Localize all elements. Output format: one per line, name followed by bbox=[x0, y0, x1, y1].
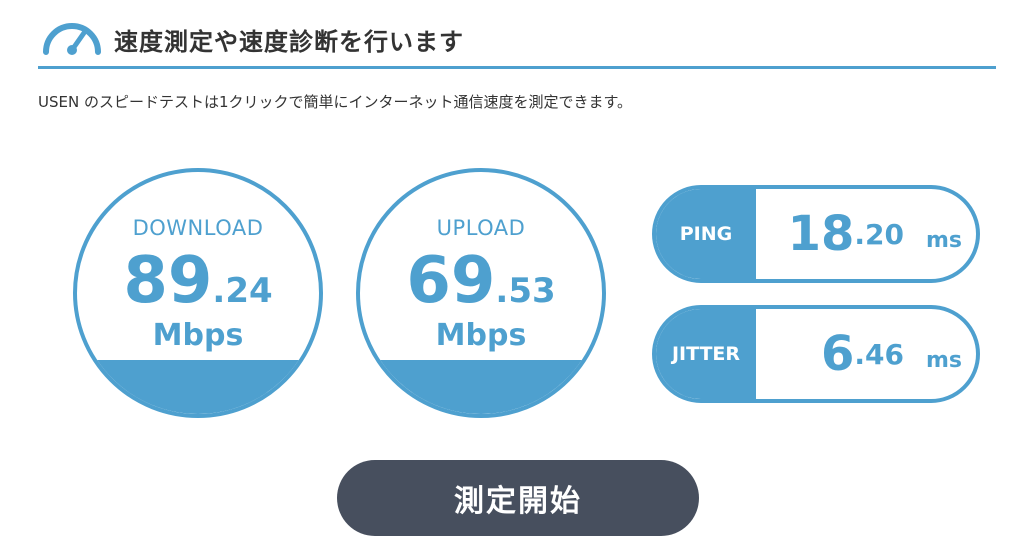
jitter-value-int: 6 bbox=[820, 326, 855, 382]
section-header: 速度測定や速度診断を行います bbox=[38, 10, 996, 69]
download-value-dec: .24 bbox=[212, 271, 273, 311]
upload-value-int: 69 bbox=[406, 244, 496, 318]
upload-unit: Mbps bbox=[435, 318, 527, 353]
ping-value: 18.20 ms bbox=[788, 189, 962, 279]
jitter-label: JITTER bbox=[656, 309, 756, 399]
jitter-result: JITTER 6.46 ms bbox=[652, 305, 980, 403]
upload-gauge-fill bbox=[360, 360, 602, 414]
description-text: USEN のスピードテストは1クリックで簡単にインターネット通信速度を測定できま… bbox=[38, 93, 633, 111]
jitter-unit: ms bbox=[925, 347, 962, 373]
download-label: DOWNLOAD bbox=[132, 216, 264, 240]
ping-value-dec: .20 bbox=[854, 217, 904, 251]
speedometer-icon bbox=[43, 23, 101, 55]
jitter-value: 6.46 ms bbox=[821, 309, 962, 399]
upload-gauge: UPLOAD 69.53 Mbps bbox=[356, 168, 606, 418]
ping-unit: ms bbox=[925, 227, 962, 253]
ping-result: PING 18.20 ms bbox=[652, 185, 980, 283]
download-gauge-fill bbox=[77, 360, 319, 414]
start-measurement-button[interactable]: 測定開始 bbox=[337, 460, 699, 536]
ping-value-int: 18 bbox=[787, 206, 855, 262]
download-gauge: DOWNLOAD 89.24 Mbps bbox=[73, 168, 323, 418]
page-title: 速度測定や速度診断を行います bbox=[114, 28, 464, 56]
upload-label: UPLOAD bbox=[436, 216, 526, 240]
download-value: 89.24 bbox=[77, 244, 319, 318]
download-unit: Mbps bbox=[152, 318, 244, 353]
download-value-int: 89 bbox=[123, 244, 213, 318]
upload-value: 69.53 bbox=[360, 244, 602, 318]
ping-label: PING bbox=[656, 189, 756, 279]
speed-test-page: 速度測定や速度診断を行います USEN のスピードテストは1クリックで簡単にイン… bbox=[0, 0, 1024, 548]
jitter-value-dec: .46 bbox=[854, 337, 904, 371]
upload-value-dec: .53 bbox=[495, 271, 556, 311]
